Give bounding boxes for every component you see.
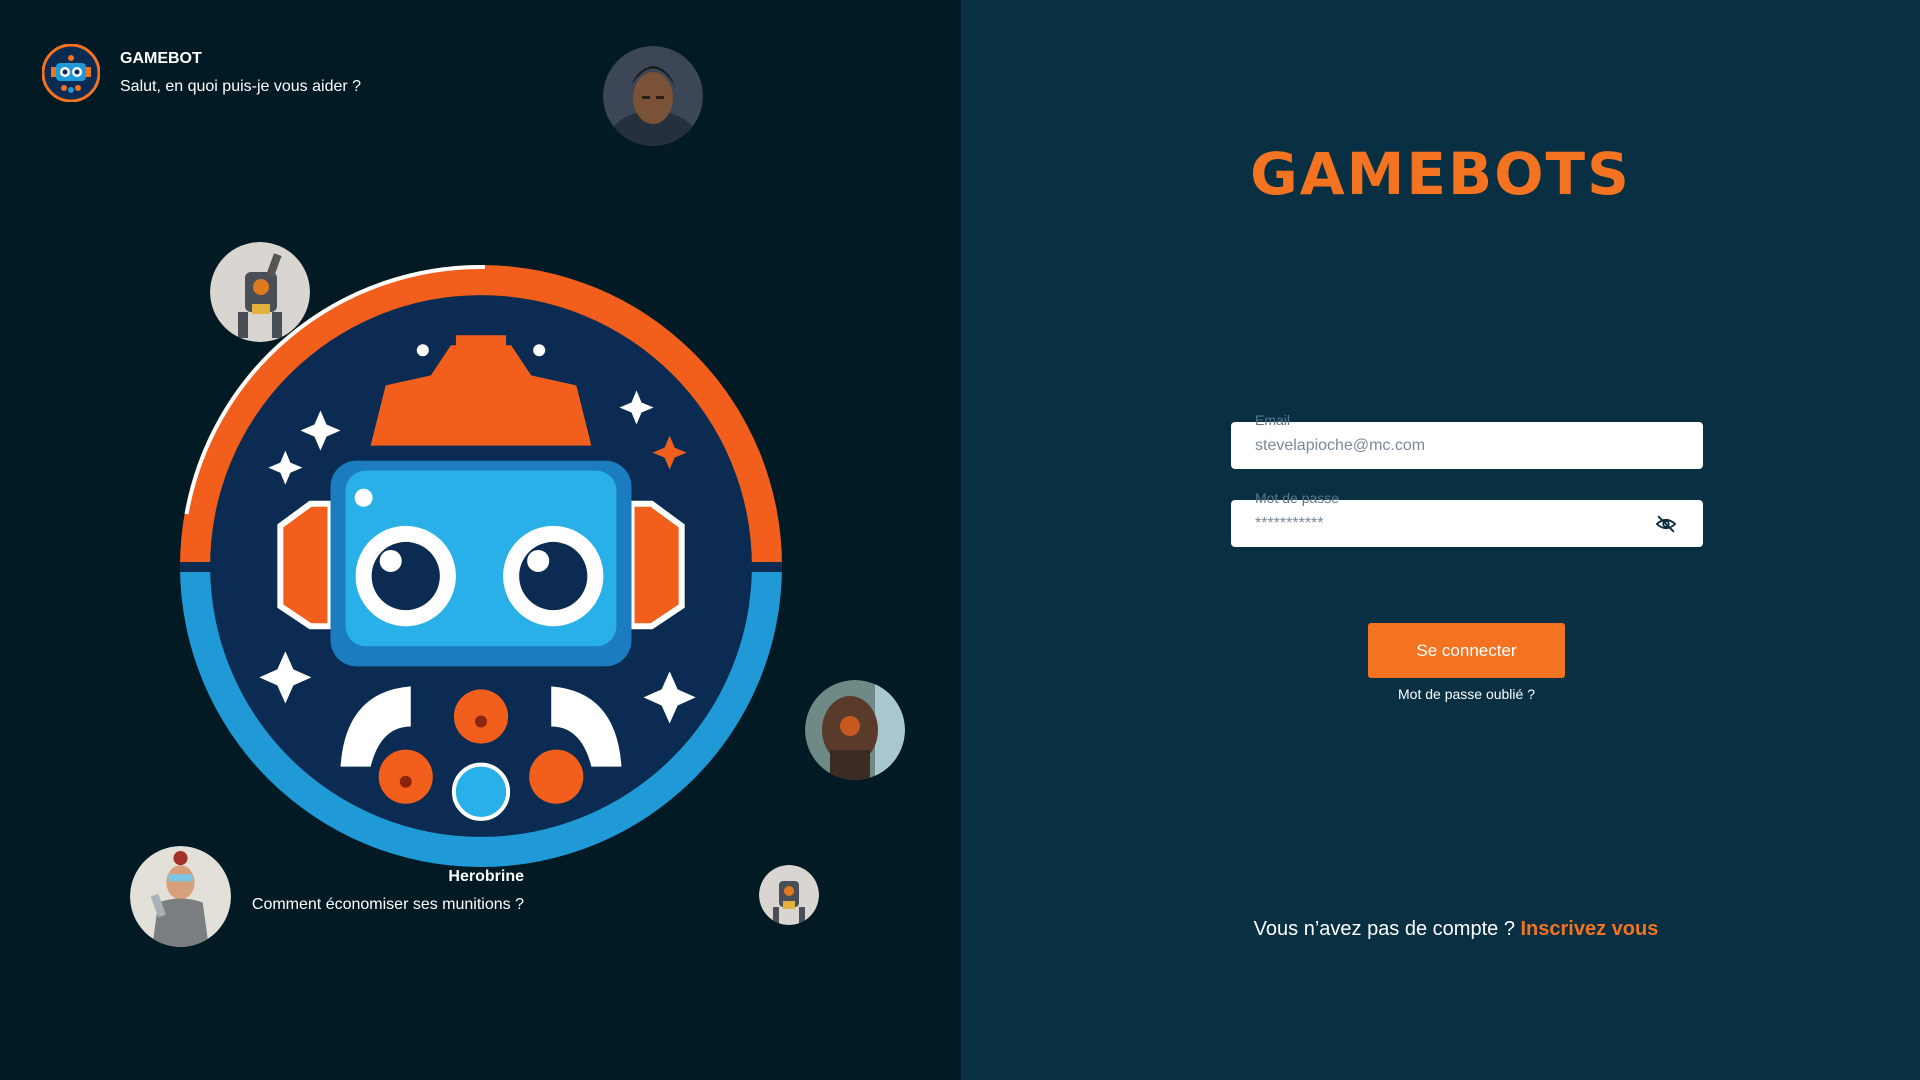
gamebot-avatar — [42, 44, 100, 102]
brand-title: GAMEBOTS — [1250, 140, 1631, 208]
chat-message-text: Comment économiser ses munitions ? — [251, 896, 524, 913]
signup-link[interactable]: Inscrivez vous — [1521, 918, 1659, 940]
signup-text: Vous n’avez pas de compte ? — [1253, 918, 1515, 940]
gamebot-logo — [180, 265, 782, 867]
chat-sender-name: Herobrine — [448, 868, 524, 885]
chat-message-text: Salut, en quoi puis-je vous aider ? — [120, 78, 362, 95]
password-label: Mot de passe — [1255, 490, 1340, 506]
herobrine-avatar — [759, 865, 819, 925]
player-avatar-1 — [603, 46, 703, 146]
player-avatar-3 — [805, 680, 905, 780]
chat-message-gamebot: GAMEBOT Salut, en quoi puis-je vous aide… — [42, 44, 361, 102]
forgot-password-link[interactable]: Mot de passe oublié ? — [961, 686, 1920, 702]
password-field-group: Mot de passe *********** — [1231, 490, 1703, 547]
chat-message-herobrine: Herobrine Comment économiser ses munitio… — [252, 862, 524, 914]
email-field-group: Email stevelapioche@mc.com — [1231, 412, 1703, 469]
email-label: Email — [1255, 412, 1291, 428]
password-input[interactable]: *********** — [1231, 500, 1703, 547]
email-value: stevelapioche@mc.com — [1255, 436, 1426, 454]
login-button[interactable]: Se connecter — [1368, 623, 1565, 678]
right-panel: GAMEBOTS Email stevelapioche@mc.com Mot … — [961, 0, 1920, 1080]
left-panel: GAMEBOT Salut, en quoi puis-je vous aide… — [0, 0, 961, 1080]
chat-sender-name: GAMEBOT — [120, 50, 202, 67]
signup-prompt: Vous n’avez pas de compte ? Inscrivez vo… — [961, 918, 1920, 941]
login-page: GAMEBOT Salut, en quoi puis-je vous aide… — [0, 0, 1920, 1080]
email-input[interactable]: stevelapioche@mc.com — [1231, 422, 1703, 469]
eye-off-icon[interactable] — [1655, 513, 1677, 535]
password-value: *********** — [1255, 514, 1324, 532]
